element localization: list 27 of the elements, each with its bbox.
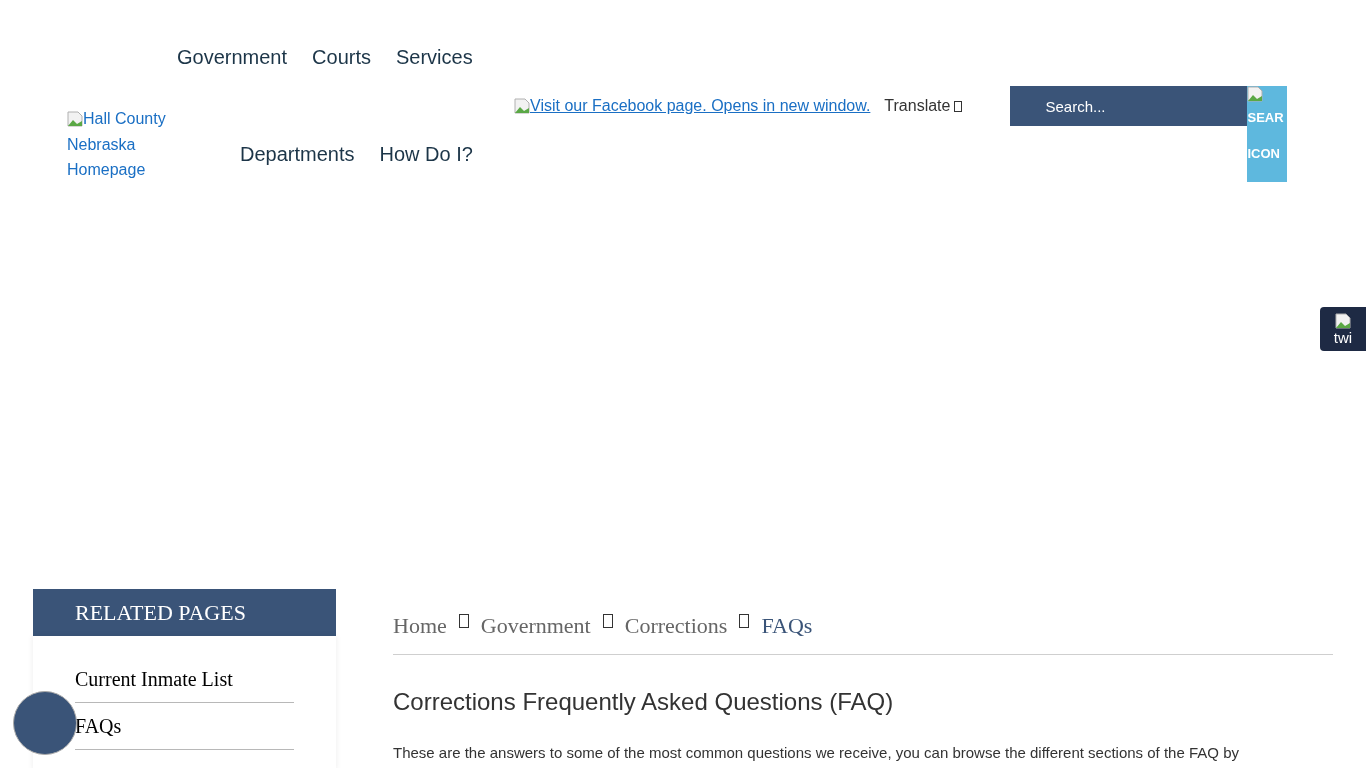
translate-button[interactable]: Translate	[884, 94, 963, 118]
sidebar-link[interactable]: FAQs	[75, 703, 294, 749]
breadcrumb-link[interactable]: Corrections	[624, 609, 728, 642]
nav-link[interactable]: Courts	[312, 44, 371, 70]
page-heading: Corrections Frequently Asked Questions (FAQ)	[393, 687, 895, 717]
separator-icon	[739, 613, 750, 628]
logo-image-icon	[67, 111, 83, 127]
breadcrumb-link[interactable]: Government	[480, 609, 591, 642]
nav-link[interactable]: Departments	[240, 141, 355, 183]
intro-text: These are the answers to some of the most common questions we receive, you can browse the different sections of the FAQ by	[393, 743, 1240, 763]
twitter-image-icon	[1335, 312, 1351, 329]
sidebar-header: RELATED PAGES	[33, 589, 336, 636]
breadcrumb-link[interactable]: Home	[393, 609, 447, 642]
box-icon	[954, 100, 963, 112]
separator-icon	[602, 613, 613, 628]
nav-link[interactable]: Government	[177, 44, 288, 70]
logo-link[interactable]: Hall County Nebraska Homepage	[67, 106, 177, 183]
search-field[interactable]: Search...	[1010, 86, 1248, 126]
breadcrumb-link[interactable]: FAQs	[761, 609, 813, 642]
facebook-link[interactable]: Visit our Facebook page. Opens in new window.	[530, 94, 871, 118]
separator-icon	[458, 613, 469, 628]
side-tab-link[interactable]: twi	[1333, 328, 1353, 346]
search-image-icon	[1247, 86, 1264, 102]
sidebar-link[interactable]: Current Inmate List	[75, 656, 294, 702]
facebook-image-icon	[514, 98, 530, 114]
nav-link[interactable]: How Do I?	[379, 141, 473, 183]
nav-link[interactable]: Services	[395, 44, 473, 70]
